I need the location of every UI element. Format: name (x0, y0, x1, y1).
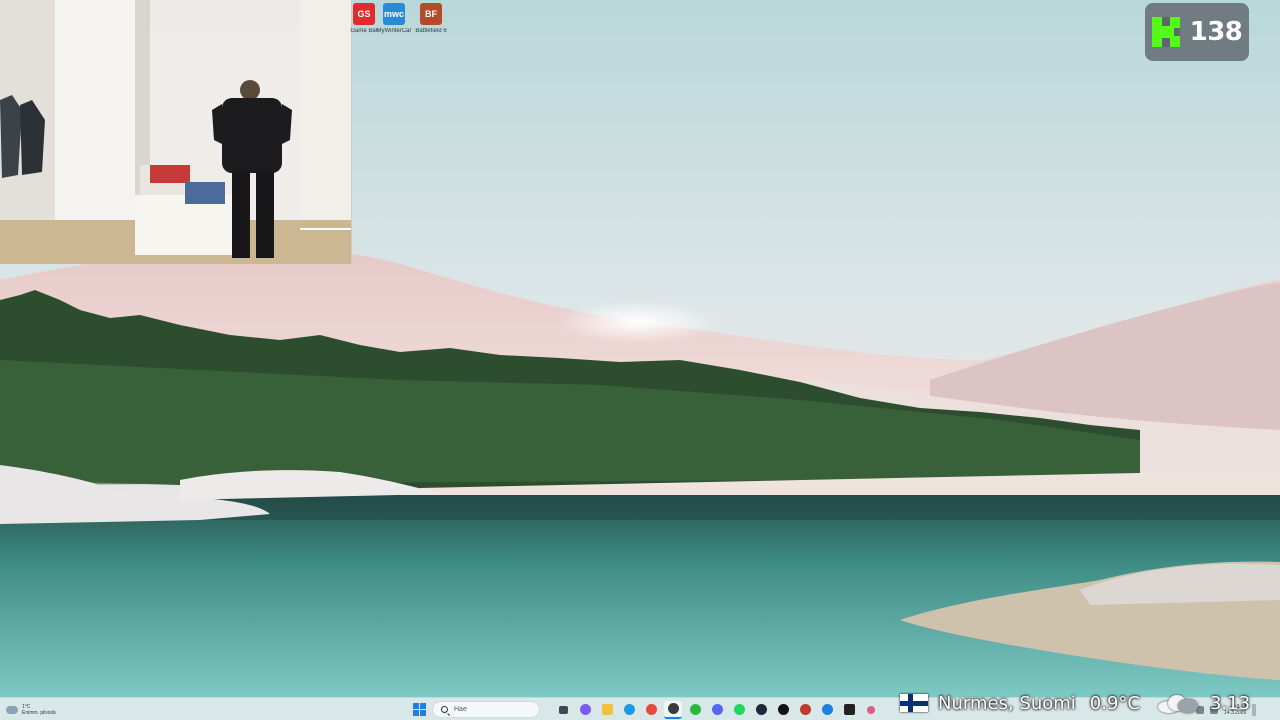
notification-icon[interactable] (1252, 704, 1257, 716)
weather-location: Nurmes, Suomi (938, 692, 1076, 714)
taskbar-app-copilot[interactable] (576, 701, 594, 719)
taskbar-center: Hae (410, 700, 880, 719)
start-button[interactable] (410, 701, 428, 719)
overlay-clock: 3.13 (1209, 692, 1251, 714)
taskbar-app-task-view[interactable] (554, 701, 572, 719)
gamebar-icon: GS (353, 3, 375, 25)
kick-viewer-badge: 138 (1145, 3, 1249, 61)
taskbar-app-kick[interactable] (774, 701, 792, 719)
taskbar-app-whatsapp[interactable] (686, 701, 704, 719)
kick-logo-icon (1151, 17, 1180, 47)
taskbar-app-chrome[interactable] (642, 701, 660, 719)
webcam-overlay (0, 0, 352, 264)
taskbar-app-capcut[interactable] (840, 701, 858, 719)
taskbar-app-extra[interactable] (862, 701, 880, 719)
desktop-icon-label: Battlefield 6 (415, 28, 447, 34)
taskbar-weather-text: Enimm. pilvistä (22, 710, 56, 716)
search-placeholder: Hae (454, 706, 467, 713)
taskbar-app-mwc[interactable] (796, 701, 814, 719)
taskbar-app-obs[interactable] (664, 700, 682, 719)
battlefield-icon: BF (420, 3, 442, 25)
taskbar-app-settings[interactable] (818, 701, 836, 719)
taskbar-app-edge[interactable] (620, 701, 638, 719)
taskbar-app-discord[interactable] (708, 701, 726, 719)
desktop-icon-label: MyWinterCar (376, 28, 412, 34)
cloud-icon (6, 706, 18, 714)
mywintercar-icon: mwc (383, 3, 405, 25)
taskbar-app-steam[interactable] (752, 701, 770, 719)
finland-flag-icon (900, 694, 928, 712)
viewer-count: 138 (1189, 17, 1243, 47)
taskbar-app-file-explorer[interactable] (598, 701, 616, 719)
search-icon (441, 706, 448, 713)
taskbar-weather-widget[interactable]: 1°C Enimm. pilvistä (6, 701, 56, 719)
taskbar-app-spotify[interactable] (730, 701, 748, 719)
desktop-icon-battlefield[interactable]: BF Battlefield 6 (410, 3, 452, 35)
cloud-icon (1157, 693, 1198, 713)
weather-temperature: 0.9°C (1089, 692, 1140, 714)
taskbar-search[interactable]: Hae (432, 701, 540, 718)
weather-overlay: Nurmes, Suomi 0.9°C 3.13 (900, 688, 1250, 718)
desktop-icon-mywintercar[interactable]: mwc MyWinterCar (373, 3, 415, 35)
